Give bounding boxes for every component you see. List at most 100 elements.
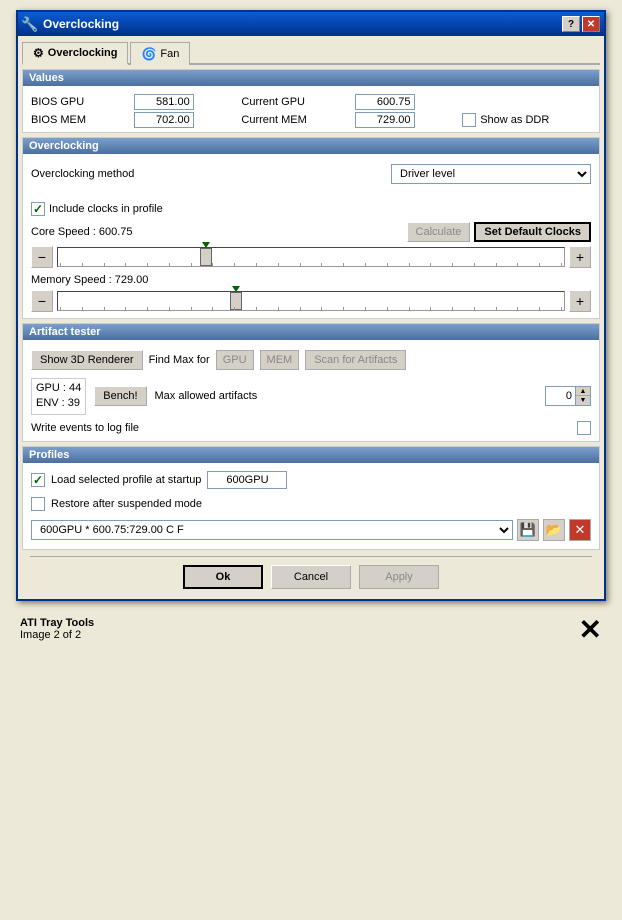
show-ddr-row: Show as DDR	[462, 113, 591, 127]
bottom-separator	[30, 556, 592, 557]
oc-method-row: Overclocking method Driver level Hardwar…	[23, 158, 599, 190]
oc-header: Overclocking	[23, 138, 599, 154]
footer-app-name: ATI Tray Tools	[20, 617, 94, 629]
mem-slider-plus[interactable]: +	[569, 290, 591, 312]
window-body: ⚙ Overclocking 🌀 Fan Values BIOS GPU Cur…	[18, 36, 604, 599]
mem-button[interactable]: MEM	[260, 350, 300, 370]
profile-delete-button[interactable]: ✕	[569, 519, 591, 541]
main-window: 🔧 Overclocking ? ✕ ⚙ Overclocking 🌀 Fan …	[16, 10, 606, 601]
footer: ATI Tray Tools Image 2 of 2 ✕	[16, 601, 606, 658]
include-clocks-checkbox[interactable]: ✓	[31, 202, 45, 216]
tab-fan-label: Fan	[160, 48, 179, 60]
profiles-header: Profiles	[23, 447, 599, 463]
footer-text: ATI Tray Tools Image 2 of 2	[20, 617, 94, 641]
overclocking-tab-icon: ⚙	[33, 46, 44, 60]
bios-mem-input[interactable]	[134, 112, 194, 128]
current-mem-label: Current MEM	[241, 114, 348, 126]
help-button[interactable]: ?	[562, 16, 580, 32]
artifact-header: Artifact tester	[23, 324, 599, 340]
fan-tab-icon: 🌀	[141, 47, 156, 61]
spinbox-up[interactable]: ▲	[576, 387, 590, 396]
values-section: Values BIOS GPU Current GPU BIOS MEM Cur…	[22, 69, 600, 133]
gpu-env-box: GPU : 44 ENV : 39	[31, 378, 86, 415]
mem-slider-ticks	[58, 307, 564, 310]
bios-gpu-label: BIOS GPU	[31, 96, 128, 108]
footer-image-info: Image 2 of 2	[20, 629, 94, 641]
window-title: Overclocking	[43, 17, 119, 31]
profile-save-button[interactable]: 💾	[517, 519, 539, 541]
oc-method-dropdown-wrapper: Driver level Hardware level Software lev…	[391, 164, 591, 184]
profile-open-button[interactable]: 📂	[543, 519, 565, 541]
mem-slider-track[interactable]	[57, 291, 565, 311]
profile-name-box: 600GPU	[207, 471, 287, 489]
artifact-row1: Show 3D Renderer Find Max for GPU MEM Sc…	[23, 344, 599, 374]
delete-icon: ✕	[575, 522, 586, 538]
load-startup-label: Load selected profile at startup	[51, 474, 201, 486]
core-speed-label: Core Speed : 600.75	[31, 226, 133, 238]
env-value: ENV : 39	[36, 396, 81, 411]
memory-speed-label: Memory Speed : 729.00	[23, 270, 599, 288]
tab-bar: ⚙ Overclocking 🌀 Fan	[22, 40, 600, 65]
close-button[interactable]: ✕	[582, 16, 600, 32]
profile-dropdown[interactable]: 600GPU * 600.75:729.00 C F	[31, 520, 513, 540]
mem-slider-minus[interactable]: −	[31, 290, 53, 312]
gpu-button[interactable]: GPU	[216, 350, 254, 370]
write-events-checkbox[interactable]	[577, 421, 591, 435]
core-slider-row: − +	[23, 244, 599, 270]
current-mem-input[interactable]	[355, 112, 415, 128]
show-ddr-checkbox[interactable]	[462, 113, 476, 127]
oc-method-select[interactable]: Driver level Hardware level Software lev…	[391, 164, 591, 184]
load-startup-row: ✓ Load selected profile at startup 600GP…	[23, 467, 599, 493]
apply-button[interactable]: Apply	[359, 565, 439, 589]
max-artifacts-spinbox: ▲ ▼	[545, 386, 591, 406]
open-icon: 📂	[546, 522, 562, 538]
write-events-row: Write events to log file	[23, 419, 599, 441]
spinbox-down[interactable]: ▼	[576, 396, 590, 405]
core-speed-row: Core Speed : 600.75 Calculate Set Defaul…	[23, 220, 599, 244]
bottom-buttons: Ok Cancel Apply	[22, 559, 600, 595]
include-clocks-row: ✓ Include clocks in profile	[23, 198, 599, 220]
profile-dropdown-row: 600GPU * 600.75:729.00 C F 💾 📂 ✕	[23, 515, 599, 545]
artifact-section: Artifact tester Show 3D Renderer Find Ma…	[22, 323, 600, 442]
load-startup-checkbox[interactable]: ✓	[31, 473, 45, 487]
current-gpu-label: Current GPU	[241, 96, 348, 108]
cancel-button[interactable]: Cancel	[271, 565, 351, 589]
current-gpu-input[interactable]	[355, 94, 415, 110]
window-icon: 🔧	[22, 16, 38, 32]
artifact-row2: GPU : 44 ENV : 39 Bench! Max allowed art…	[23, 374, 599, 419]
values-header: Values	[23, 70, 599, 86]
max-artifacts-label: Max allowed artifacts	[155, 390, 258, 402]
bios-gpu-input[interactable]	[134, 94, 194, 110]
max-artifacts-input[interactable]	[545, 386, 575, 406]
oc-method-label: Overclocking method	[31, 168, 134, 180]
calculate-button[interactable]: Calculate	[407, 222, 471, 242]
include-clocks-label: Include clocks in profile	[49, 203, 163, 215]
mem-slider-row: − +	[23, 288, 599, 314]
tab-fan[interactable]: 🌀 Fan	[130, 42, 190, 65]
write-events-label: Write events to log file	[31, 422, 139, 434]
restore-suspend-label: Restore after suspended mode	[51, 498, 202, 510]
bench-button[interactable]: Bench!	[94, 386, 146, 406]
footer-close-icon[interactable]: ✕	[579, 613, 602, 646]
ok-button[interactable]: Ok	[183, 565, 263, 589]
oc-section: Overclocking Overclocking method Driver …	[22, 137, 600, 319]
core-slider-track[interactable]	[57, 247, 565, 267]
gpu-value: GPU : 44	[36, 381, 81, 396]
find-max-label: Find Max for	[149, 354, 210, 366]
restore-suspend-row: Restore after suspended mode	[23, 493, 599, 515]
core-slider-plus[interactable]: +	[569, 246, 591, 268]
values-grid: BIOS GPU Current GPU BIOS MEM Current ME…	[23, 90, 599, 132]
core-slider-minus[interactable]: −	[31, 246, 53, 268]
restore-suspend-checkbox[interactable]	[31, 497, 45, 511]
show-3d-button[interactable]: Show 3D Renderer	[31, 350, 143, 370]
tab-overclocking[interactable]: ⚙ Overclocking	[22, 42, 128, 65]
show-ddr-label: Show as DDR	[480, 114, 549, 126]
title-bar: 🔧 Overclocking ? ✕	[18, 12, 604, 36]
set-default-button[interactable]: Set Default Clocks	[474, 222, 591, 242]
spinbox-arrows: ▲ ▼	[575, 386, 591, 406]
max-artifacts-row: Max allowed artifacts ▲ ▼	[155, 386, 592, 406]
title-bar-left: 🔧 Overclocking	[22, 16, 119, 32]
title-buttons: ? ✕	[562, 16, 600, 32]
save-icon: 💾	[520, 522, 536, 538]
scan-artifacts-button[interactable]: Scan for Artifacts	[305, 350, 406, 370]
